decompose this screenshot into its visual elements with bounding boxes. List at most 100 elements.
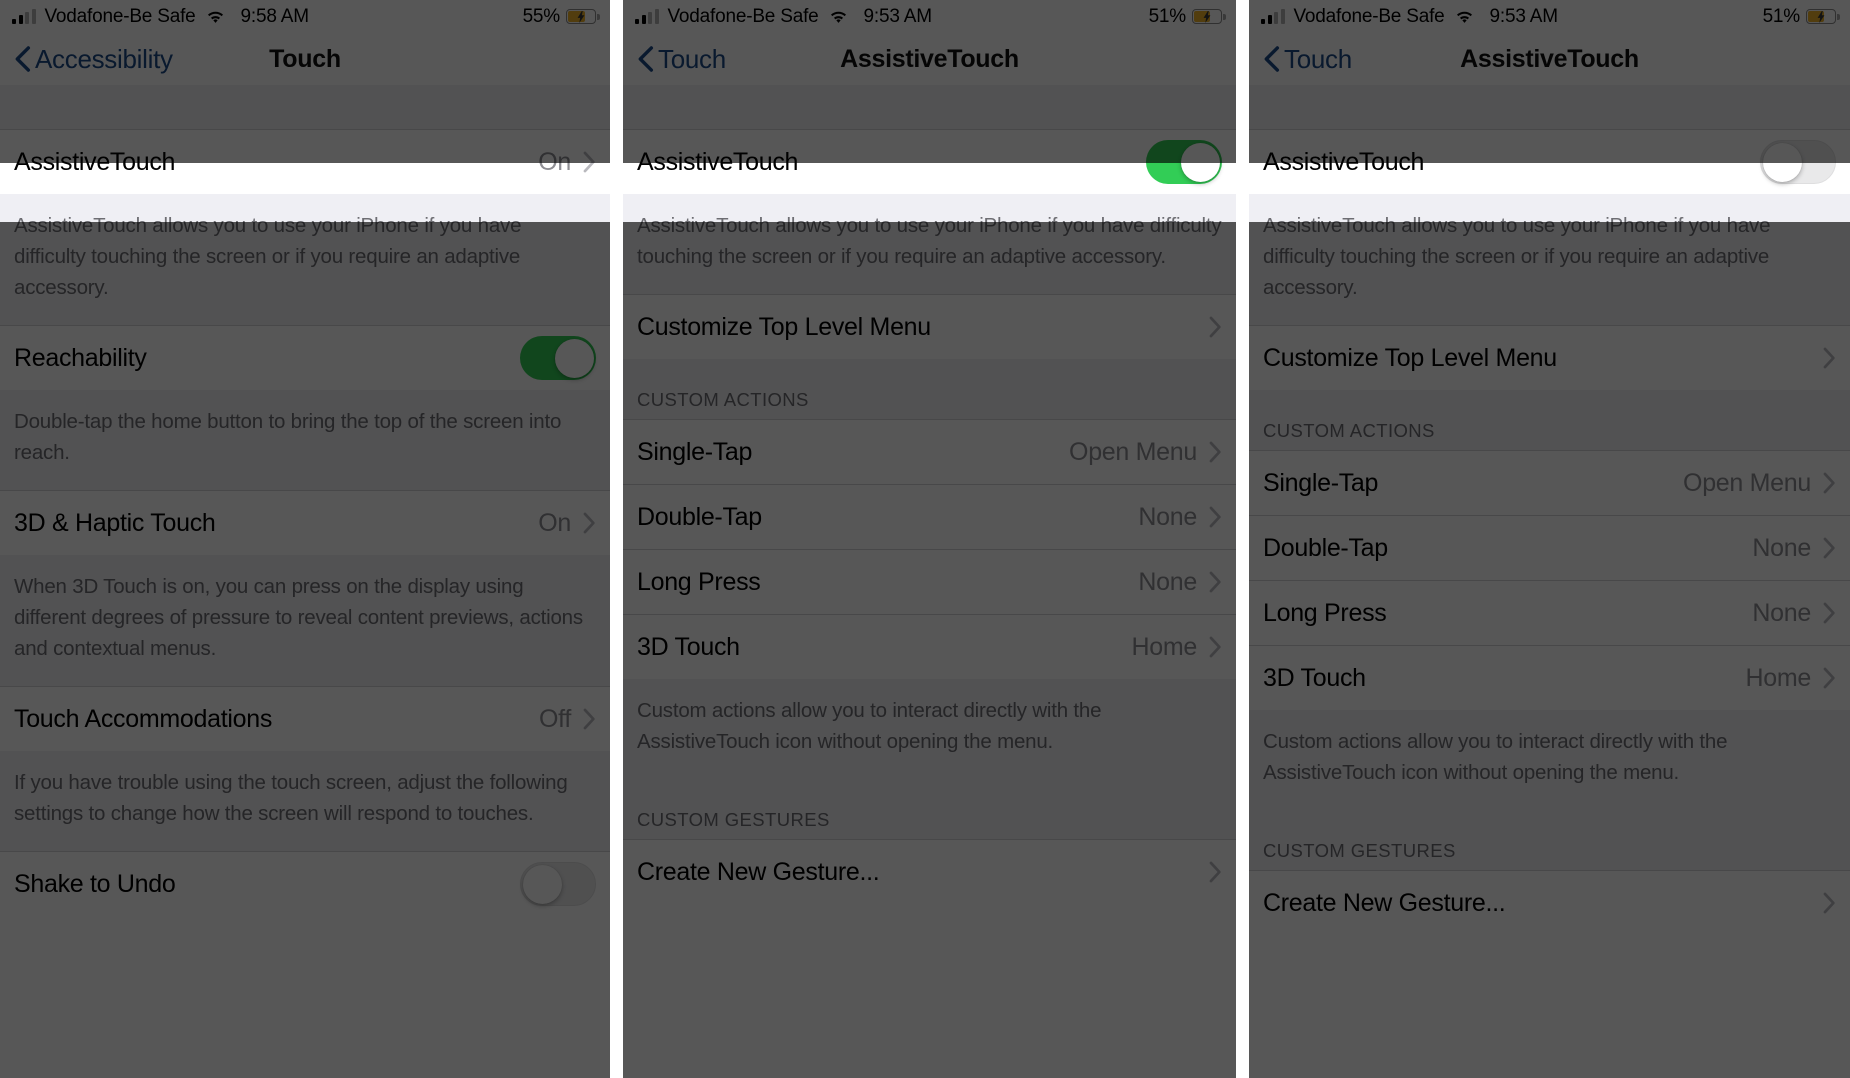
row-label: Single-Tap bbox=[637, 437, 753, 466]
top-spacer bbox=[0, 85, 610, 129]
footer-assistivetouch: AssistiveTouch allows you to use your iP… bbox=[1249, 194, 1850, 325]
row-create-new-gesture[interactable]: Create New Gesture... bbox=[1249, 870, 1850, 935]
row-label: 3D Touch bbox=[637, 632, 740, 661]
reachability-toggle[interactable] bbox=[520, 336, 596, 380]
top-spacer bbox=[1249, 85, 1850, 129]
row-label: Shake to Undo bbox=[14, 869, 176, 898]
chevron-right-icon bbox=[1209, 506, 1221, 528]
assistivetouch-toggle[interactable] bbox=[1760, 140, 1836, 184]
footer-assistivetouch: AssistiveTouch allows you to use your iP… bbox=[623, 194, 1236, 294]
battery-percent-label: 55% bbox=[522, 5, 561, 27]
row-long-press[interactable]: Long Press None bbox=[1249, 580, 1850, 645]
row-label: 3D Touch bbox=[1263, 663, 1366, 692]
row-label: Create New Gesture... bbox=[1263, 888, 1506, 917]
panel-divider bbox=[610, 0, 623, 1078]
battery-charging-icon bbox=[1192, 9, 1226, 24]
navigation-bar: Touch AssistiveTouch bbox=[1249, 33, 1850, 85]
back-button-label: Touch bbox=[658, 43, 726, 74]
chevron-right-icon bbox=[1823, 667, 1835, 689]
cellular-signal-icon bbox=[1261, 9, 1285, 24]
chevron-right-icon bbox=[1209, 861, 1221, 883]
row-value: Open Menu bbox=[1683, 468, 1811, 497]
battery-percent-label: 51% bbox=[1762, 5, 1801, 27]
row-touch-accommodations[interactable]: Touch Accommodations Off bbox=[0, 686, 610, 751]
clock-time: 9:58 AM bbox=[240, 5, 310, 27]
chevron-right-icon bbox=[1823, 892, 1835, 914]
back-button-label: Accessibility bbox=[35, 43, 173, 74]
chevron-left-icon bbox=[638, 46, 654, 72]
row-assistivetouch-toggle[interactable]: AssistiveTouch bbox=[623, 129, 1236, 194]
chevron-right-icon bbox=[1823, 347, 1835, 369]
row-double-tap[interactable]: Double-Tap None bbox=[1249, 515, 1850, 580]
row-create-new-gesture[interactable]: Create New Gesture... bbox=[623, 839, 1236, 904]
settings-list: AssistiveTouch AssistiveTouch allows you… bbox=[1249, 129, 1850, 935]
row-reachability[interactable]: Reachability bbox=[0, 325, 610, 390]
back-button-label: Touch bbox=[1284, 43, 1352, 74]
row-3d-haptic-touch[interactable]: 3D & Haptic Touch On bbox=[0, 490, 610, 555]
row-label: AssistiveTouch bbox=[1263, 147, 1425, 176]
row-label: AssistiveTouch bbox=[637, 147, 799, 176]
row-label: Touch Accommodations bbox=[14, 704, 273, 733]
carrier-name: Vodafone-Be Safe bbox=[1293, 5, 1445, 27]
chevron-left-icon bbox=[1264, 46, 1280, 72]
row-customize-top-level-menu[interactable]: Customize Top Level Menu bbox=[1249, 325, 1850, 390]
row-assistivetouch-toggle[interactable]: AssistiveTouch bbox=[1249, 129, 1850, 194]
back-button-touch[interactable]: Touch bbox=[1263, 44, 1352, 75]
row-customize-top-level-menu[interactable]: Customize Top Level Menu bbox=[623, 294, 1236, 359]
row-value: On bbox=[538, 508, 571, 537]
assistivetouch-toggle[interactable] bbox=[1146, 140, 1222, 184]
row-3d-touch[interactable]: 3D Touch Home bbox=[623, 614, 1236, 679]
row-label: Create New Gesture... bbox=[637, 857, 880, 886]
row-3d-touch[interactable]: 3D Touch Home bbox=[1249, 645, 1850, 710]
chevron-right-icon bbox=[1209, 636, 1221, 658]
chevron-right-icon bbox=[583, 151, 595, 173]
battery-percent-label: 51% bbox=[1148, 5, 1187, 27]
top-spacer bbox=[623, 85, 1236, 129]
clock-time: 9:53 AM bbox=[863, 5, 933, 27]
back-button-accessibility[interactable]: Accessibility bbox=[14, 44, 173, 75]
status-bar: Vodafone-Be Safe 9:53 AM 51% bbox=[1249, 0, 1850, 33]
footer-reachability: Double-tap the home button to bring the … bbox=[0, 390, 610, 490]
shake-to-undo-toggle[interactable] bbox=[520, 862, 596, 906]
group-header-custom-actions: CUSTOM ACTIONS bbox=[1249, 390, 1850, 450]
navigation-bar: Touch AssistiveTouch bbox=[623, 33, 1236, 85]
chevron-right-icon bbox=[583, 708, 595, 730]
row-assistivetouch[interactable]: AssistiveTouch On bbox=[0, 129, 610, 194]
panel-assistivetouch-on: Vodafone-Be Safe 9:53 AM 51% Touch Assis… bbox=[623, 0, 1236, 1078]
cellular-signal-icon bbox=[12, 9, 36, 24]
row-double-tap[interactable]: Double-Tap None bbox=[623, 484, 1236, 549]
wifi-icon bbox=[1454, 9, 1475, 24]
back-button-touch[interactable]: Touch bbox=[637, 44, 726, 75]
row-label: AssistiveTouch bbox=[14, 147, 176, 176]
row-value: None bbox=[1752, 598, 1811, 627]
row-value: Home bbox=[1745, 663, 1812, 692]
settings-list: AssistiveTouch On AssistiveTouch allows … bbox=[0, 129, 610, 916]
row-value: None bbox=[1752, 533, 1811, 562]
wifi-icon bbox=[205, 9, 226, 24]
navigation-bar: Accessibility Touch bbox=[0, 33, 610, 85]
chevron-right-icon bbox=[1823, 602, 1835, 624]
row-single-tap[interactable]: Single-Tap Open Menu bbox=[623, 419, 1236, 484]
footer-accommodations: If you have trouble using the touch scre… bbox=[0, 751, 610, 851]
status-bar: Vodafone-Be Safe 9:53 AM 51% bbox=[623, 0, 1236, 33]
chevron-right-icon bbox=[1209, 571, 1221, 593]
row-long-press[interactable]: Long Press None bbox=[623, 549, 1236, 614]
row-shake-to-undo[interactable]: Shake to Undo bbox=[0, 851, 610, 916]
row-value: Off bbox=[539, 704, 571, 733]
panel-divider bbox=[1236, 0, 1249, 1078]
row-label: Long Press bbox=[1263, 598, 1387, 627]
clock-time: 9:53 AM bbox=[1489, 5, 1559, 27]
panel-touch-settings: Vodafone-Be Safe 9:58 AM 55% Accessibili… bbox=[0, 0, 610, 1078]
chevron-left-icon bbox=[15, 46, 31, 72]
chevron-right-icon bbox=[1823, 537, 1835, 559]
battery-charging-icon bbox=[566, 9, 600, 24]
group-header-custom-actions: CUSTOM ACTIONS bbox=[623, 359, 1236, 419]
settings-list: AssistiveTouch AssistiveTouch allows you… bbox=[623, 129, 1236, 904]
cellular-signal-icon bbox=[635, 9, 659, 24]
panel-assistivetouch-off: Vodafone-Be Safe 9:53 AM 51% Touch Assis… bbox=[1249, 0, 1850, 1078]
row-single-tap[interactable]: Single-Tap Open Menu bbox=[1249, 450, 1850, 515]
row-label: 3D & Haptic Touch bbox=[14, 508, 216, 537]
row-value: Open Menu bbox=[1069, 437, 1197, 466]
battery-charging-icon bbox=[1806, 9, 1840, 24]
footer-assistivetouch: AssistiveTouch allows you to use your iP… bbox=[0, 194, 610, 325]
